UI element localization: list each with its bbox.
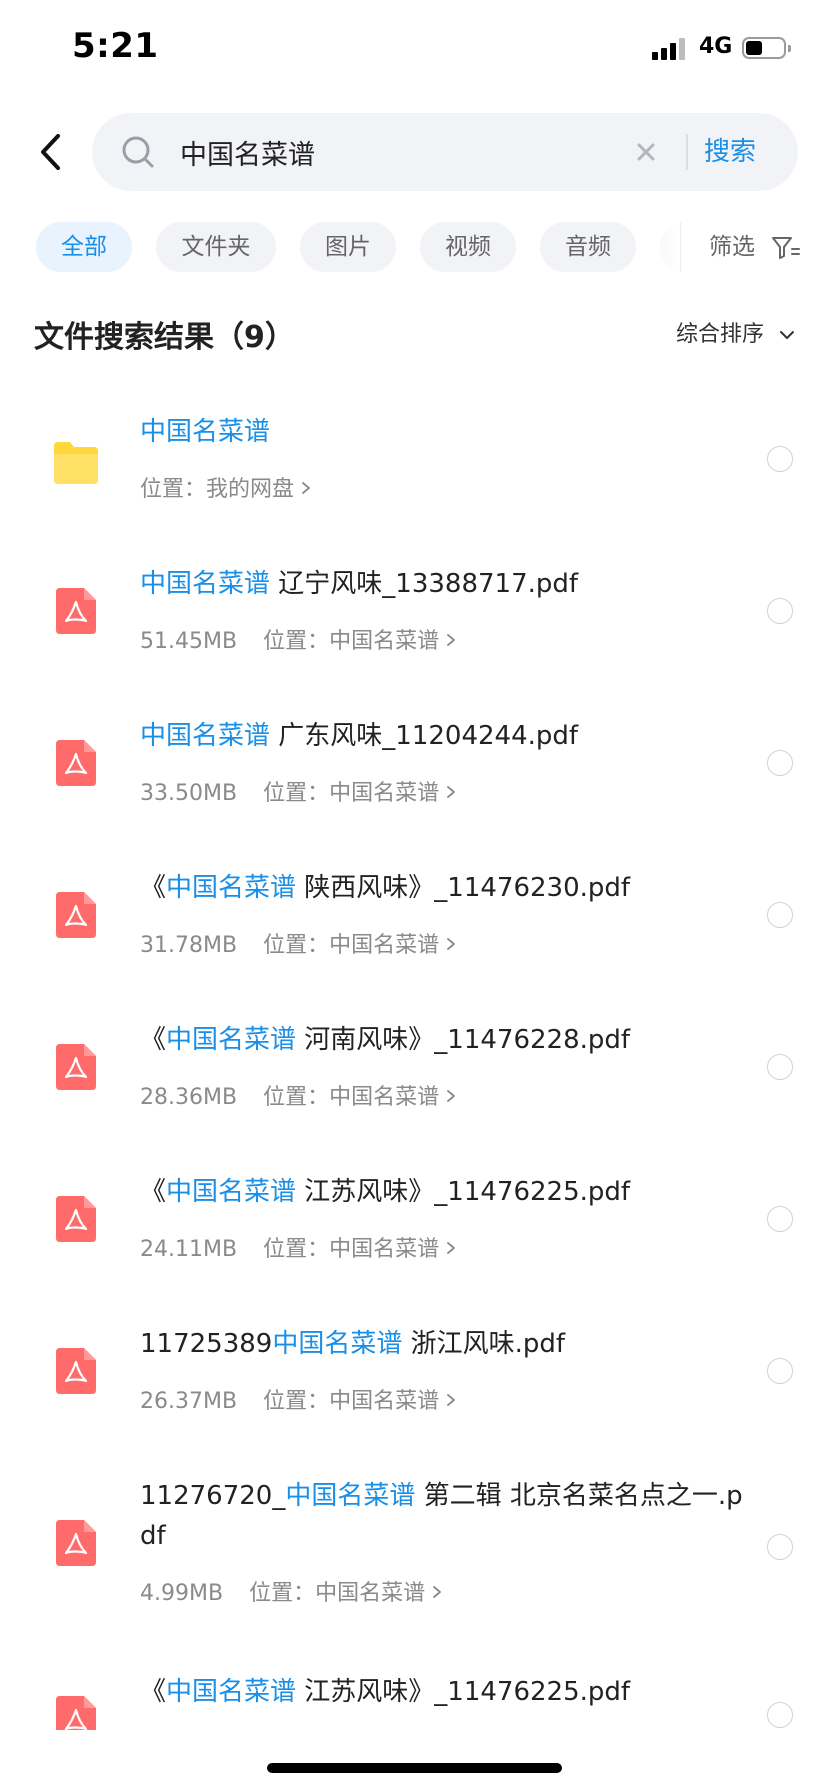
result-name-part: 11725389 — [140, 1329, 273, 1359]
pdf-icon — [56, 1520, 96, 1566]
result-name-match: 中国名菜谱 — [140, 721, 271, 751]
result-name-part: 《 — [140, 1677, 167, 1707]
location-value: 中国名菜谱 — [329, 933, 440, 958]
result-meta: 31.78MB 位置：中国名菜谱 — [140, 930, 457, 962]
chevron-right-icon — [447, 634, 455, 646]
location-value: 中国名菜谱 — [329, 781, 440, 806]
pdf-icon — [56, 892, 96, 938]
chevron-right-icon — [433, 1586, 441, 1598]
result-name-part: 陕西风味》_11476230.pdf — [296, 873, 631, 903]
location-value: 中国名菜谱 — [329, 1237, 440, 1262]
location-link[interactable]: 位置：中国名菜谱 — [263, 629, 457, 654]
result-name-part: 江苏风味》_11476225.pdf — [296, 1177, 631, 1207]
file-size: 31.78MB — [140, 933, 238, 958]
result-name-match: 中国名菜谱 — [285, 1481, 416, 1511]
result-name-part: 11276720_ — [140, 1481, 286, 1511]
file-size: 28.36MB — [140, 1085, 238, 1110]
result-name-match: 中国名菜谱 — [272, 1329, 403, 1359]
result-name-match: 中国名菜谱 — [166, 1677, 297, 1707]
result-name-match: 中国名菜谱 — [166, 1177, 297, 1207]
result-name-part: 《 — [140, 1177, 167, 1207]
location-value: 我的网盘 — [206, 477, 295, 502]
result-name: 中国名菜谱 广东风味_11204244.pdf — [140, 716, 750, 756]
location-label: 位置： — [263, 1389, 330, 1414]
result-name-match: 中国名菜谱 — [166, 1025, 297, 1055]
result-name-match: 中国名菜谱 — [140, 417, 271, 447]
result-name-part: 辽宁风味_13388717.pdf — [270, 569, 579, 599]
result-meta: 26.37MB 位置：中国名菜谱 — [140, 1386, 457, 1418]
select-radio[interactable] — [767, 598, 793, 624]
location-link[interactable]: 位置：中国名菜谱 — [263, 781, 457, 806]
pdf-icon — [56, 1348, 96, 1394]
pdf-icon — [56, 1044, 96, 1090]
select-radio[interactable] — [767, 902, 793, 928]
result-name-part: 河南风味》_11476228.pdf — [296, 1025, 631, 1055]
chevron-right-icon — [302, 482, 310, 494]
result-meta: 28.36MB 位置：中国名菜谱 — [140, 1082, 457, 1114]
select-radio[interactable] — [767, 1534, 793, 1560]
result-name-part: 《 — [140, 873, 167, 903]
result-name: 《中国名菜谱 河南风味》_11476228.pdf — [140, 1020, 750, 1060]
folder-icon — [54, 442, 98, 484]
location-link[interactable]: 位置：中国名菜谱 — [249, 1581, 443, 1606]
result-meta: 4.99MB 位置：中国名菜谱 — [140, 1578, 443, 1610]
result-name-part: 《 — [140, 1025, 167, 1055]
pdf-icon — [56, 740, 96, 786]
select-radio[interactable] — [767, 1054, 793, 1080]
location-link[interactable]: 位置：中国名菜谱 — [263, 1237, 457, 1262]
chevron-right-icon — [447, 786, 455, 798]
select-radio[interactable] — [767, 750, 793, 776]
location-value: 中国名菜谱 — [329, 629, 440, 654]
result-name: 《中国名菜谱 江苏风味》_11476225.pdf — [140, 1672, 750, 1712]
result-name: 《中国名菜谱 陕西风味》_11476230.pdf — [140, 868, 750, 908]
location-value: 中国名菜谱 — [315, 1581, 426, 1606]
file-size: 51.45MB — [140, 629, 238, 654]
chevron-right-icon — [447, 1242, 455, 1254]
location-label: 位置： — [263, 629, 330, 654]
select-radio[interactable] — [767, 1358, 793, 1384]
result-name-match: 中国名菜谱 — [140, 569, 271, 599]
pdf-icon — [56, 588, 96, 634]
result-meta: 33.50MB 位置：中国名菜谱 — [140, 778, 457, 810]
pdf-icon — [56, 1196, 96, 1242]
location-link[interactable]: 位置：我的网盘 — [140, 477, 312, 502]
result-meta: 24.11MB 位置：中国名菜谱 — [140, 1234, 457, 1266]
result-name-part: 浙江风味.pdf — [402, 1329, 566, 1359]
chevron-right-icon — [447, 1090, 455, 1102]
result-name-part: 江苏风味》_11476225.pdf — [296, 1677, 631, 1707]
result-name: 11725389中国名菜谱 浙江风味.pdf — [140, 1324, 750, 1364]
location-label: 位置： — [263, 1085, 330, 1110]
result-meta: 51.45MB 位置：中国名菜谱 — [140, 626, 457, 658]
result-meta: 位置：我的网盘 — [140, 474, 312, 506]
pdf-icon — [56, 1696, 96, 1730]
result-name: 中国名菜谱 辽宁风味_13388717.pdf — [140, 564, 750, 604]
file-size: 26.37MB — [140, 1389, 238, 1414]
location-label: 位置： — [263, 781, 330, 806]
select-radio[interactable] — [767, 1206, 793, 1232]
result-name-part: 广东风味_11204244.pdf — [270, 721, 579, 751]
location-link[interactable]: 位置：中国名菜谱 — [263, 1085, 457, 1110]
result-name: 《中国名菜谱 江苏风味》_11476225.pdf — [140, 1172, 750, 1212]
select-radio[interactable] — [767, 446, 793, 472]
select-radio[interactable] — [767, 1702, 793, 1728]
result-name: 11276720_中国名菜谱 第二辑 北京名菜名点之一.pdf — [140, 1476, 750, 1556]
results-list: 中国名菜谱 位置：我的网盘 中国名菜谱 辽宁风味_13388717.pdf 51.45… — [0, 0, 828, 1730]
file-size: 33.50MB — [140, 781, 238, 806]
chevron-right-icon — [447, 1394, 455, 1406]
location-label: 位置： — [263, 1237, 330, 1262]
location-value: 中国名菜谱 — [329, 1389, 440, 1414]
file-size: 24.11MB — [140, 1237, 238, 1262]
location-label: 位置： — [249, 1581, 316, 1606]
file-size: 4.99MB — [140, 1581, 224, 1606]
location-link[interactable]: 位置：中国名菜谱 — [263, 1389, 457, 1414]
location-link[interactable]: 位置：中国名菜谱 — [263, 933, 457, 958]
location-label: 位置： — [263, 933, 330, 958]
home-indicator — [267, 1763, 562, 1773]
location-value: 中国名菜谱 — [329, 1085, 440, 1110]
result-name: 中国名菜谱 — [140, 412, 750, 452]
location-label: 位置： — [140, 477, 207, 502]
result-name-match: 中国名菜谱 — [166, 873, 297, 903]
chevron-right-icon — [447, 938, 455, 950]
